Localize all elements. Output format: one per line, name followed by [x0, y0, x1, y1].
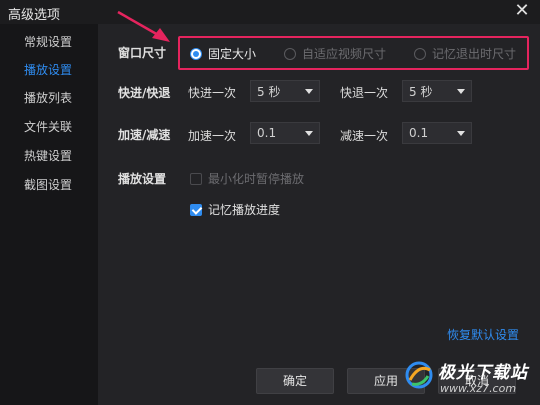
- radio-label: 记忆退出时尺寸: [432, 47, 517, 61]
- radio-fixed-size[interactable]: 固定大小: [190, 45, 256, 62]
- chevron-down-icon: [457, 131, 465, 136]
- sidebar: 常规设置 播放设置 播放列表 文件关联 热键设置 截图设置: [0, 24, 98, 405]
- sidebar-item-label: 文件关联: [24, 120, 73, 134]
- sidebar-item-playback[interactable]: 播放设置: [0, 56, 98, 84]
- watermark-text: 极光下载站: [438, 363, 528, 383]
- sidebar-item-playlist[interactable]: 播放列表: [0, 84, 98, 112]
- radio-dot: [414, 47, 426, 60]
- pause-on-minimize-checkbox[interactable]: 最小化时暂停播放: [190, 170, 304, 187]
- speed-label: 加速/减速: [118, 128, 171, 142]
- window-size-label: 窗口尺寸: [118, 46, 167, 60]
- watermark: 极光下载站 www.xz7.com: [400, 356, 540, 405]
- remember-progress-checkbox[interactable]: 记忆播放进度: [190, 201, 280, 218]
- window-title: 高级选项: [8, 8, 61, 23]
- sidebar-item-hotkeys[interactable]: 热键设置: [0, 142, 98, 170]
- title-bar: 高级选项 ✕: [0, 0, 540, 24]
- checkbox-box: [190, 203, 202, 216]
- chevron-down-icon: [305, 131, 313, 136]
- chevron-down-icon: [457, 89, 465, 94]
- radio-adaptive-size[interactable]: 自适应视频尺寸: [284, 45, 386, 62]
- radio-dot: [284, 47, 296, 60]
- sidebar-item-label: 常规设置: [24, 35, 73, 49]
- ok-button[interactable]: 确定: [256, 368, 334, 394]
- seek-label: 快进/快退: [118, 86, 171, 100]
- close-icon[interactable]: ✕: [512, 1, 532, 21]
- checkbox-label: 最小化时暂停播放: [208, 172, 305, 186]
- sidebar-item-label: 播放设置: [24, 63, 73, 77]
- backward-value: 5 秒: [409, 84, 433, 99]
- restore-defaults-link[interactable]: 恢复默认设置: [447, 326, 519, 343]
- checkbox-label: 记忆播放进度: [208, 203, 281, 217]
- sidebar-item-screenshot[interactable]: 截图设置: [0, 171, 98, 199]
- sidebar-item-general[interactable]: 常规设置: [0, 28, 98, 56]
- speed-down-label: 减速一次: [340, 129, 389, 143]
- forward-select[interactable]: 5 秒: [250, 80, 320, 102]
- forward-label: 快进一次: [188, 86, 237, 100]
- sidebar-item-label: 截图设置: [24, 178, 73, 192]
- sidebar-item-label: 热键设置: [24, 149, 73, 163]
- playback-label: 播放设置: [118, 172, 167, 186]
- radio-remember-size[interactable]: 记忆退出时尺寸: [414, 45, 516, 62]
- forward-value: 5 秒: [257, 84, 281, 99]
- backward-label: 快退一次: [340, 86, 389, 100]
- chevron-down-icon: [305, 89, 313, 94]
- speed-up-value: 0.1: [257, 126, 277, 140]
- backward-select[interactable]: 5 秒: [402, 80, 472, 102]
- speed-up-select[interactable]: 0.1: [250, 122, 320, 144]
- checkbox-box: [190, 172, 202, 185]
- watermark-url: www.xz7.com: [440, 382, 517, 395]
- radio-dot: [190, 47, 202, 60]
- watermark-logo-icon: [405, 361, 433, 389]
- radio-label: 固定大小: [208, 47, 257, 61]
- speed-down-select[interactable]: 0.1: [402, 122, 472, 144]
- sidebar-item-file-association[interactable]: 文件关联: [0, 113, 98, 141]
- speed-up-label: 加速一次: [188, 129, 237, 143]
- radio-label: 自适应视频尺寸: [302, 47, 387, 61]
- sidebar-item-label: 播放列表: [24, 91, 73, 105]
- speed-down-value: 0.1: [409, 126, 429, 140]
